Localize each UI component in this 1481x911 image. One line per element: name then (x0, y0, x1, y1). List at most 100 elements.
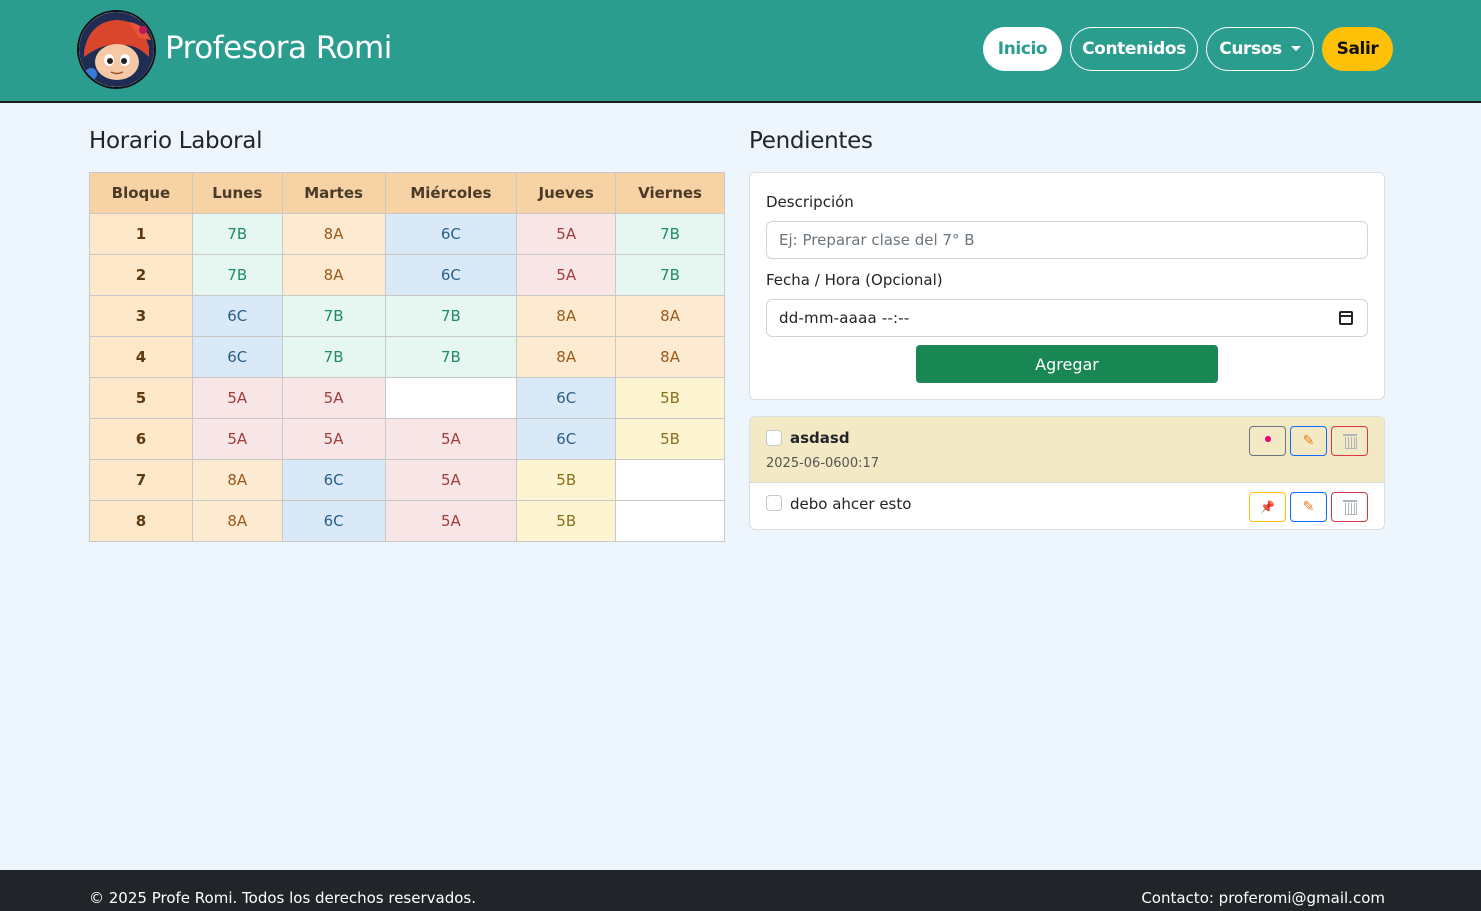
avatar-illustration (79, 12, 154, 87)
footer-copyright: © 2025 Profe Romi. Todos los derechos re… (89, 889, 476, 907)
block-number: 3 (89, 295, 193, 337)
schedule-cell: 5A (384, 418, 518, 460)
schedule-cell-empty (615, 500, 725, 542)
schedule-cell: 5A (191, 418, 283, 460)
pending-form: Descripción Ej: Preparar clase del 7° B … (749, 172, 1385, 400)
schedule-cell: 5A (384, 459, 518, 501)
schedule-cell: 5A (191, 377, 283, 419)
schedule-cell-empty (615, 459, 725, 501)
schedule-row: 1 7B 8A 6C 5A 7B (89, 213, 725, 255)
schedule-cell: 6C (281, 500, 386, 542)
schedule-cell: 5A (384, 500, 518, 542)
datetime-label: Fecha / Hora (Opcional) (766, 271, 943, 289)
schedule-cell: 6C (191, 336, 283, 378)
block-number: 4 (89, 336, 193, 378)
schedule-cell: 6C (516, 377, 617, 419)
col-header-miercoles: Miércoles (384, 172, 518, 214)
trash-icon (1342, 500, 1357, 515)
schedule-row: 7 8A 6C 5A 5B (89, 459, 725, 501)
avatar[interactable] (77, 10, 156, 89)
delete-button[interactable] (1331, 492, 1368, 522)
schedule-cell: 5B (615, 377, 725, 419)
edit-button[interactable]: ✎ (1290, 426, 1327, 456)
schedule-row: 8 8A 6C 5A 5B (89, 500, 725, 542)
task-list: asdasd 2025-06-0600:17 ✎ debo ahcer esto… (749, 416, 1385, 530)
footer: © 2025 Profe Romi. Todos los derechos re… (0, 870, 1481, 911)
schedule-cell: 6C (384, 213, 518, 255)
block-number: 8 (89, 500, 193, 542)
schedule-cell: 8A (281, 254, 386, 296)
brand-title[interactable]: Profesora Romi (165, 30, 392, 66)
schedule-cell: 8A (516, 336, 617, 378)
col-header-martes: Martes (281, 172, 386, 214)
schedule-row: 2 7B 8A 6C 5A 7B (89, 254, 725, 296)
block-number: 5 (89, 377, 193, 419)
task-title: asdasd (790, 429, 850, 447)
schedule-cell: 7B (191, 213, 283, 255)
task-checkbox[interactable] (766, 495, 782, 511)
navbar: Profesora Romi Inicio Contenidos Cursos … (0, 0, 1481, 103)
schedule-cell: 6C (384, 254, 518, 296)
task-item-pinned: asdasd 2025-06-0600:17 ✎ (750, 417, 1384, 483)
schedule-header-row: Bloque Lunes Martes Miércoles Jueves Vie… (89, 172, 725, 214)
schedule-cell: 6C (281, 459, 386, 501)
delete-button[interactable] (1331, 426, 1368, 456)
col-header-jueves: Jueves (516, 172, 617, 214)
datetime-input[interactable]: dd-mm-aaaa --:-- (766, 299, 1368, 337)
schedule-cell: 8A (281, 213, 386, 255)
schedule-cell: 5A (281, 377, 386, 419)
edit-button[interactable]: ✎ (1290, 492, 1327, 522)
pencil-icon: ✎ (1302, 433, 1315, 449)
task-date: 2025-06-0600:17 (766, 456, 880, 471)
schedule-row: 3 6C 7B 7B 8A 8A (89, 295, 725, 337)
schedule-cell-empty (384, 377, 518, 419)
schedule-cell: 7B (191, 254, 283, 296)
schedule-cell: 8A (516, 295, 617, 337)
logout-button[interactable]: Salir (1322, 27, 1393, 71)
description-placeholder: Ej: Preparar clase del 7° B (779, 231, 975, 249)
nav-cursos-dropdown[interactable]: Cursos (1206, 27, 1314, 71)
schedule-cell: 5A (281, 418, 386, 460)
block-number: 1 (89, 213, 193, 255)
schedule-cell: 6C (516, 418, 617, 460)
calendar-icon[interactable] (1339, 311, 1353, 325)
schedule-cell: 5A (516, 213, 617, 255)
trash-icon (1342, 434, 1357, 449)
block-number: 7 (89, 459, 193, 501)
pending-title: Pendientes (749, 128, 873, 154)
schedule-cell: 8A (615, 295, 725, 337)
schedule-row: 6 5A 5A 5A 6C 5B (89, 418, 725, 460)
task-item: debo ahcer esto 📌 ✎ (750, 483, 1384, 529)
col-header-viernes: Viernes (615, 172, 725, 214)
schedule-table: Bloque Lunes Martes Miércoles Jueves Vie… (89, 172, 725, 542)
pin-button[interactable]: 📌 (1249, 492, 1286, 522)
schedule-title: Horario Laboral (89, 128, 263, 154)
nav-contenidos[interactable]: Contenidos (1070, 27, 1198, 71)
schedule-cell: 7B (384, 336, 518, 378)
description-label: Descripción (766, 193, 854, 211)
nav-inicio[interactable]: Inicio (983, 27, 1062, 71)
block-number: 6 (89, 418, 193, 460)
schedule-cell: 7B (615, 213, 725, 255)
task-checkbox[interactable] (766, 430, 782, 446)
task-title: debo ahcer esto (790, 495, 912, 513)
pushpin-icon: 📌 (1260, 500, 1275, 514)
schedule-cell: 7B (384, 295, 518, 337)
schedule-cell: 7B (615, 254, 725, 296)
col-header-lunes: Lunes (191, 172, 283, 214)
schedule-cell: 8A (615, 336, 725, 378)
pin-icon (1264, 436, 1271, 442)
schedule-cell: 8A (191, 459, 283, 501)
schedule-cell: 7B (281, 336, 386, 378)
schedule-cell: 5B (615, 418, 725, 460)
schedule-row: 5 5A 5A 6C 5B (89, 377, 725, 419)
schedule-cell: 8A (191, 500, 283, 542)
schedule-cell: 5A (516, 254, 617, 296)
add-button[interactable]: Agregar (916, 345, 1218, 383)
schedule-cell: 7B (281, 295, 386, 337)
pencil-icon: ✎ (1302, 499, 1315, 515)
block-number: 2 (89, 254, 193, 296)
schedule-cell: 5B (516, 500, 617, 542)
unpin-button[interactable] (1249, 426, 1286, 456)
description-input[interactable]: Ej: Preparar clase del 7° B (766, 221, 1368, 259)
